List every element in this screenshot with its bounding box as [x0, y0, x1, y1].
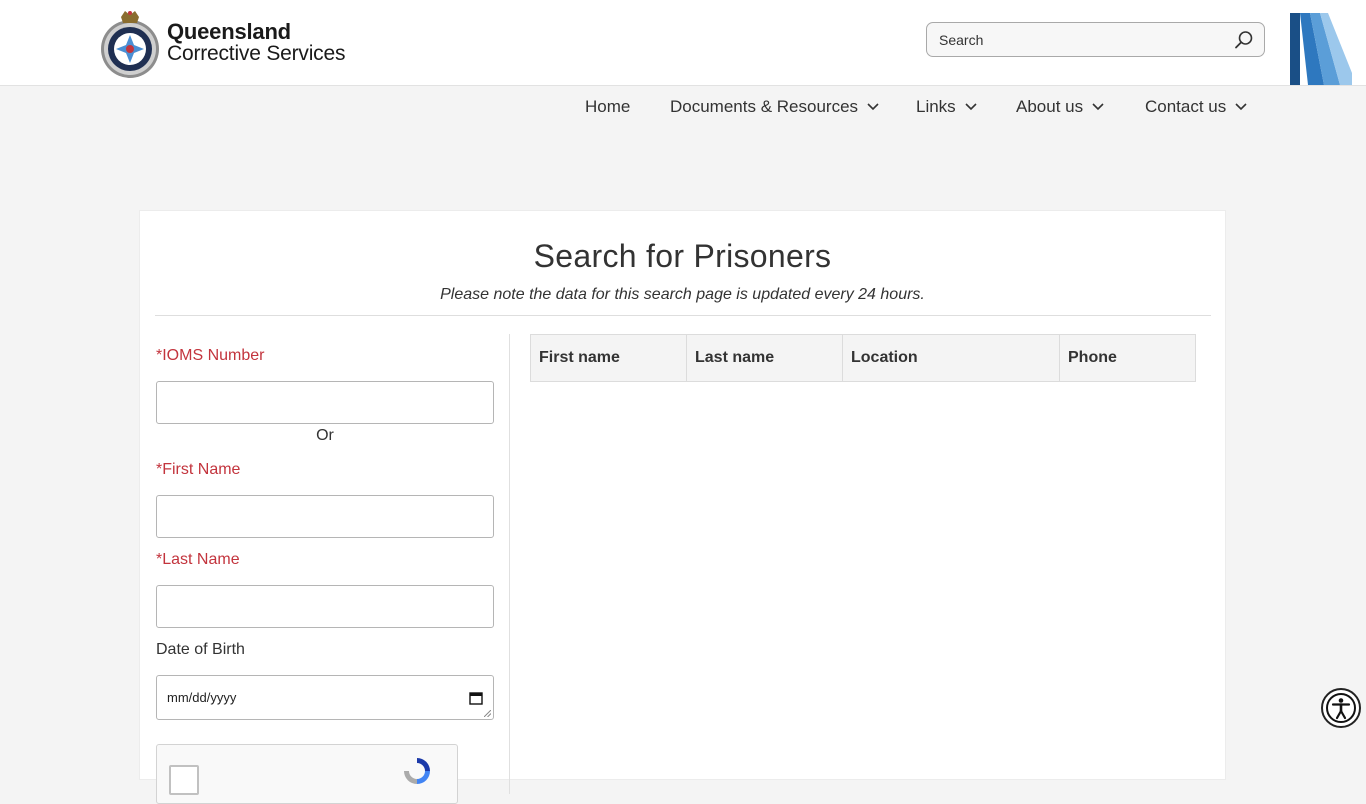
- ioms-number-label: *IOMS Number: [156, 347, 265, 364]
- nav-item-label: Documents & Resources: [670, 97, 859, 116]
- brand-name-line2: Corrective Services: [167, 42, 346, 65]
- accessibility-icon: [1326, 693, 1356, 723]
- chevron-down-icon: [965, 103, 977, 111]
- nav-item-about-us[interactable]: About us: [1016, 95, 1104, 119]
- nav-item-label: About us: [1016, 97, 1084, 116]
- header-divider: [155, 315, 1211, 316]
- site-logo-link[interactable]: Queensland Corrective Services: [99, 7, 345, 79]
- results-table: First name Last name Location Phone: [530, 334, 1196, 382]
- date-placeholder: mm/dd/yyyy: [167, 690, 237, 705]
- table-header-row: First name Last name Location Phone: [530, 334, 1196, 382]
- first-name-label: *First Name: [156, 461, 241, 478]
- column-header-last-name[interactable]: Last name: [686, 334, 843, 382]
- chevron-down-icon: [1092, 103, 1104, 111]
- accessibility-button[interactable]: [1321, 688, 1361, 728]
- last-name-label: *Last Name: [156, 551, 240, 568]
- nav-item-label: Contact us: [1145, 97, 1227, 116]
- column-divider: [509, 334, 510, 794]
- nav-item-contact-us[interactable]: Contact us: [1145, 95, 1247, 119]
- column-header-phone[interactable]: Phone: [1059, 334, 1196, 382]
- ioms-number-input[interactable]: [156, 381, 494, 424]
- date-of-birth-input[interactable]: mm/dd/yyyy: [156, 675, 494, 720]
- prisoner-search-card: Search for Prisoners Please note the dat…: [139, 210, 1226, 804]
- nav-item-home[interactable]: Home: [585, 95, 630, 119]
- recaptcha-logo-icon: [404, 758, 430, 784]
- column-header-first-name[interactable]: First name: [530, 334, 687, 382]
- nav-item-label: Home: [585, 97, 631, 116]
- brand-name-line1: Queensland: [167, 19, 291, 44]
- resize-handle-icon: [484, 710, 491, 717]
- main-navigation: Home Documents & Resources Links About u…: [0, 95, 1366, 119]
- column-header-location[interactable]: Location: [842, 334, 1060, 382]
- search-input[interactable]: [939, 23, 1219, 56]
- chevron-down-icon: [867, 103, 879, 111]
- calendar-icon[interactable]: [469, 691, 483, 705]
- last-name-input[interactable]: [156, 585, 494, 628]
- first-name-input[interactable]: [156, 495, 494, 538]
- nav-item-documents-resources[interactable]: Documents & Resources: [670, 95, 879, 119]
- qcs-crest-logo: [101, 11, 159, 78]
- recaptcha-checkbox[interactable]: [169, 765, 199, 795]
- brand-stripes-graphic: [1290, 13, 1352, 85]
- site-header: Queensland Corrective Services: [0, 0, 1366, 86]
- page-subtitle: Please note the data for this search pag…: [440, 286, 925, 303]
- nav-item-label: Links: [916, 97, 956, 116]
- search-icon[interactable]: [1234, 30, 1254, 50]
- recaptcha-widget: [156, 744, 458, 804]
- nav-item-links[interactable]: Links: [916, 95, 977, 119]
- chevron-down-icon: [1235, 103, 1247, 111]
- date-of-birth-label: Date of Birth: [156, 641, 245, 658]
- page-title: Search for Prisoners: [533, 238, 832, 274]
- site-search: [926, 22, 1265, 57]
- or-separator: Or: [316, 427, 334, 444]
